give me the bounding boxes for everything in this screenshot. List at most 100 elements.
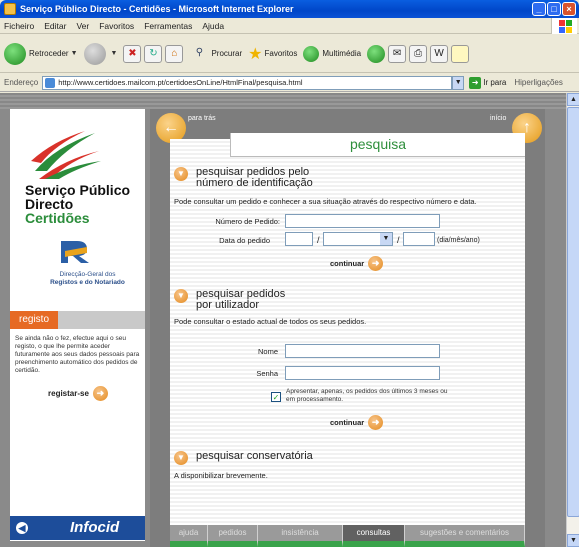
maximize-button[interactable]: □ xyxy=(547,2,561,16)
back-button[interactable]: Retroceder ▼ xyxy=(4,42,78,65)
menu-editar[interactable]: Editar xyxy=(44,21,66,31)
arrow-down-icon: ▼ xyxy=(174,289,188,303)
menu-ficheiro[interactable]: Ficheiro xyxy=(4,21,34,31)
section-registry-title: pesquisar conservatória xyxy=(196,450,313,462)
spd-flag-logo xyxy=(31,131,101,179)
back-arrow-icon xyxy=(4,42,26,65)
home-icon[interactable]: ⌂ xyxy=(165,44,184,63)
refresh-icon[interactable]: ↻ xyxy=(144,44,163,63)
links-label[interactable]: Hiperligações xyxy=(514,78,562,87)
tab-pedidos[interactable]: pedidos xyxy=(208,525,258,547)
recent-only-checkbox[interactable]: ✓ xyxy=(271,392,281,402)
arrow-right-icon: ➜ xyxy=(368,256,384,271)
vertical-scrollbar[interactable]: ▲ ▼ xyxy=(566,93,579,547)
url-text: http://www.certidoes.mailcom.pt/certidoe… xyxy=(58,78,303,87)
page-icon xyxy=(45,77,56,88)
section-registry-heading: ▼ pesquisar conservatória xyxy=(174,451,313,465)
bottom-tabs: ajuda pedidos insistência consultas suge… xyxy=(170,525,525,547)
name-label: Nome xyxy=(257,347,278,356)
order-day-input[interactable] xyxy=(285,232,313,246)
password-input[interactable] xyxy=(285,366,440,380)
window-titlebar: Serviço Público Directo - Certidões - Mi… xyxy=(0,0,579,18)
close-button[interactable]: × xyxy=(562,2,576,16)
continue-user-button[interactable]: continuar ➜ xyxy=(330,415,384,430)
register-link-label: registar-se xyxy=(48,389,89,398)
dgrn-logo xyxy=(57,237,93,267)
order-number-input[interactable] xyxy=(285,214,440,228)
url-input[interactable]: http://www.certidoes.mailcom.pt/certidoe… xyxy=(42,75,453,90)
page-background: Serviço Público Directo Certidões Direcç… xyxy=(0,93,566,547)
section-order-description: Pode consultar um pedido e conhecer a su… xyxy=(174,197,477,206)
sidebar: Serviço Público Directo Certidões Direcç… xyxy=(10,109,145,541)
chevron-down-icon: ▼ xyxy=(110,50,118,57)
media-icon xyxy=(303,45,320,62)
back-nav-label[interactable]: para trás xyxy=(188,115,216,122)
scroll-thumb[interactable] xyxy=(567,107,579,517)
section-order-heading: ▼ pesquisar pedidos pelo número de ident… xyxy=(174,167,313,189)
multimedia-button[interactable]: Multimédia xyxy=(303,45,362,62)
order-number-label: Número de Pedido: xyxy=(215,217,280,226)
brand-line-1: Serviço Público xyxy=(25,182,131,198)
tab-sugestoes[interactable]: sugestões e comentários xyxy=(405,525,525,547)
registo-tab: registo xyxy=(10,311,145,329)
page-viewport: Serviço Público Directo Certidões Direcç… xyxy=(0,93,566,547)
page-title: pesquisa xyxy=(230,133,525,157)
continue-order-label: continuar xyxy=(330,259,365,268)
content-area: pesquisa ▼ pesquisar pedidos pelo número… xyxy=(170,133,525,525)
messenger-icon[interactable] xyxy=(451,44,470,63)
section-user-title-2: por utilizador xyxy=(196,299,259,311)
order-date-label: Data do pedido xyxy=(219,236,270,245)
order-month-select[interactable]: ▼ xyxy=(323,232,393,246)
menu-ver[interactable]: Ver xyxy=(76,21,89,31)
registo-description: Se ainda não o fez, efectue aqui o seu r… xyxy=(15,335,140,374)
back-label: Retroceder xyxy=(29,49,69,58)
multimedia-label: Multimédia xyxy=(322,49,362,58)
section-registry-description: A disponibilizar brevemente. xyxy=(174,471,268,480)
brand-line-2: Directo xyxy=(25,196,74,212)
address-bar: Endereço http://www.certidoes.mailcom.pt… xyxy=(0,74,579,92)
star-icon: ★ xyxy=(248,45,263,63)
section-user-heading: ▼ pesquisar pedidos por utilizador xyxy=(174,289,285,311)
infocid-banner[interactable]: ◀ Infocid xyxy=(10,516,145,540)
browser-toolbar: Retroceder ▼ ▼ ✖ ↻ ⌂ ⚲ Procurar ★ Favori… xyxy=(0,35,579,73)
name-input[interactable] xyxy=(285,344,440,358)
tab-consultas[interactable]: consultas xyxy=(343,525,405,547)
infocid-arrow-icon: ◀ xyxy=(16,522,28,534)
chevron-down-icon: ▼ xyxy=(380,233,392,245)
search-button[interactable]: ⚲ Procurar xyxy=(190,45,242,63)
go-button[interactable]: ➜ Ir para xyxy=(469,76,506,89)
menu-ferramentas[interactable]: Ferramentas xyxy=(144,21,192,31)
menu-favoritos[interactable]: Favoritos xyxy=(99,21,134,31)
scroll-up-icon[interactable]: ▲ xyxy=(567,93,579,106)
edit-icon[interactable]: W xyxy=(430,44,449,63)
window-title: Serviço Público Directo - Certidões - Mi… xyxy=(20,4,294,14)
menu-bar: Ficheiro Editar Ver Favoritos Ferramenta… xyxy=(0,18,579,34)
continue-order-button[interactable]: continuar ➜ xyxy=(330,256,384,271)
chevron-down-icon: ▼ xyxy=(70,50,78,57)
history-icon[interactable] xyxy=(367,44,386,63)
order-year-input[interactable] xyxy=(403,232,435,246)
mail-icon[interactable]: ✉ xyxy=(388,44,407,63)
minimize-button[interactable]: _ xyxy=(532,2,546,16)
tab-insistencia[interactable]: insistência xyxy=(258,525,343,547)
favorites-button[interactable]: ★ Favoritos xyxy=(248,44,297,64)
tab-ajuda[interactable]: ajuda xyxy=(170,525,208,547)
infocid-label: Infocid xyxy=(70,519,120,536)
menu-ajuda[interactable]: Ajuda xyxy=(202,21,224,31)
forward-button[interactable]: ▼ xyxy=(83,42,118,65)
address-dropdown-button[interactable]: ▼ xyxy=(452,75,465,90)
recent-only-label: Apresentar, apenas, os pedidos dos últim… xyxy=(286,388,448,403)
home-nav-label[interactable]: início xyxy=(490,115,506,122)
print-icon[interactable]: ⎙ xyxy=(409,44,428,63)
arrow-down-icon: ▼ xyxy=(174,167,188,181)
brand-title: Serviço Público Directo Certidões xyxy=(25,183,130,225)
register-link[interactable]: registar-se ➜ xyxy=(48,386,108,401)
top-stripe xyxy=(0,93,566,109)
scroll-down-icon[interactable]: ▼ xyxy=(567,534,579,547)
forward-arrow-icon xyxy=(83,42,106,65)
address-label: Endereço xyxy=(4,78,39,87)
windows-logo-icon xyxy=(551,18,577,34)
stop-icon[interactable]: ✖ xyxy=(123,44,142,63)
password-label: Senha xyxy=(256,369,278,378)
registo-tab-label: registo xyxy=(10,311,59,329)
